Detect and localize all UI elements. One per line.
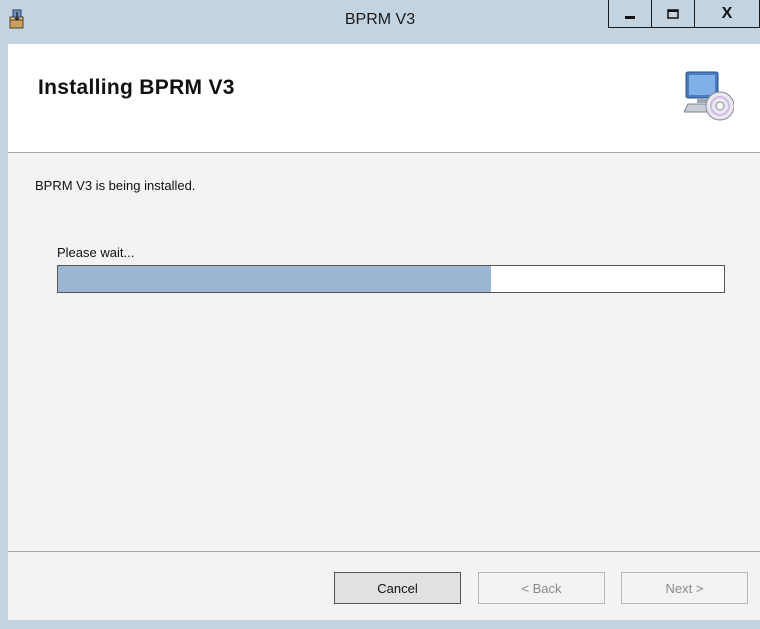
- header-panel: Installing BPRM V3: [8, 44, 760, 153]
- minimize-icon: [625, 15, 635, 19]
- close-icon: X: [721, 4, 733, 22]
- minimize-button[interactable]: [609, 0, 651, 27]
- wait-label: Please wait...: [57, 245, 135, 260]
- status-text: BPRM V3 is being installed.: [35, 178, 196, 193]
- content-panel: BPRM V3 is being installed. Please wait.…: [8, 153, 760, 551]
- install-progress-bar: [57, 265, 725, 293]
- caption-buttons: X: [608, 0, 760, 28]
- page-title: Installing BPRM V3: [38, 76, 235, 99]
- close-button[interactable]: X: [694, 0, 759, 27]
- maximize-icon: [667, 8, 679, 19]
- title-bar[interactable]: BPRM V3 X: [0, 0, 760, 44]
- installer-window: BPRM V3 X Installing BPRM V3 BPRM V3 is …: [0, 0, 760, 629]
- window-bottom-border: [0, 620, 760, 629]
- cancel-button[interactable]: Cancel: [334, 572, 461, 604]
- next-button[interactable]: Next >: [621, 572, 748, 604]
- footer-bar: Cancel < Back Next >: [8, 552, 760, 620]
- maximize-button[interactable]: [651, 0, 694, 27]
- progress-fill: [58, 266, 491, 292]
- computer-cd-icon: [684, 71, 734, 121]
- back-button[interactable]: < Back: [478, 572, 605, 604]
